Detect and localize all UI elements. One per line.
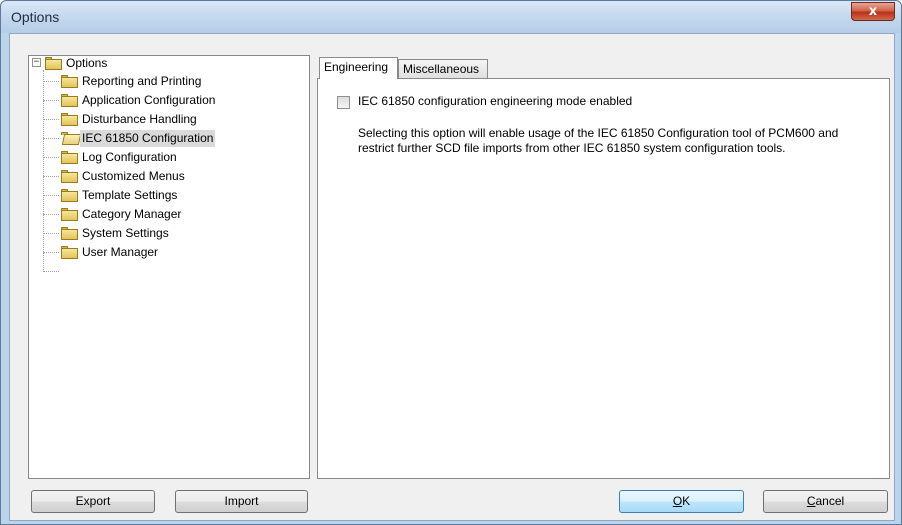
tab-engineering[interactable]: Engineering bbox=[319, 57, 398, 79]
engineering-mode-label[interactable]: IEC 61850 configuration engineering mode… bbox=[358, 94, 632, 108]
folder-icon bbox=[61, 151, 78, 164]
folder-icon bbox=[61, 246, 78, 259]
tree-item-options[interactable]: Options bbox=[64, 55, 109, 72]
options-tree[interactable]: − Options Reporting and Printing Applica… bbox=[28, 55, 310, 479]
tree-item-log-configuration[interactable]: Log Configuration bbox=[80, 149, 179, 166]
folder-icon bbox=[45, 57, 62, 70]
ok-label: K bbox=[682, 494, 691, 508]
description-line-1: Selecting this option will enable usage … bbox=[358, 126, 839, 140]
folder-icon bbox=[61, 113, 78, 126]
tree-connector bbox=[43, 214, 59, 215]
dialog-client-area: − Options Reporting and Printing Applica… bbox=[9, 33, 895, 521]
folder-open-icon bbox=[61, 132, 82, 145]
options-dialog: Options x − Options Reporting and Printi… bbox=[0, 0, 902, 525]
tree-connector bbox=[43, 119, 59, 120]
ok-button[interactable]: OK bbox=[619, 490, 744, 513]
tree-item-category-manager[interactable]: Category Manager bbox=[80, 206, 183, 223]
tree-item-customized-menus[interactable]: Customized Menus bbox=[80, 168, 187, 185]
tree-item-application-configuration[interactable]: Application Configuration bbox=[80, 92, 217, 109]
description-line-2: restrict further SCD file imports from o… bbox=[358, 141, 786, 155]
window-title: Options bbox=[11, 9, 60, 25]
tree-connector bbox=[43, 252, 59, 253]
tree-connector bbox=[43, 100, 59, 101]
engineering-mode-description: Selecting this option will enable usage … bbox=[358, 126, 838, 156]
import-button[interactable]: Import bbox=[175, 490, 308, 513]
engineering-tab-page: IEC 61850 configuration engineering mode… bbox=[317, 78, 890, 479]
cancel-label: ancel bbox=[815, 494, 845, 508]
title-bar[interactable]: Options x bbox=[1, 1, 901, 33]
tree-item-disturbance-handling[interactable]: Disturbance Handling bbox=[80, 111, 199, 128]
close-button[interactable]: x bbox=[851, 2, 895, 21]
folder-icon bbox=[61, 189, 78, 202]
engineering-mode-checkbox[interactable] bbox=[337, 96, 350, 109]
tree-expander-minus-icon[interactable]: − bbox=[32, 58, 41, 67]
folder-icon bbox=[61, 227, 78, 240]
folder-icon bbox=[61, 94, 78, 107]
tree-item-user-manager[interactable]: User Manager bbox=[80, 244, 160, 261]
folder-icon bbox=[61, 208, 78, 221]
tab-miscellaneous[interactable]: Miscellaneous bbox=[398, 59, 488, 79]
tree-item-system-settings[interactable]: System Settings bbox=[80, 225, 171, 242]
tree-connector bbox=[43, 157, 59, 158]
tree-item-reporting-and-printing[interactable]: Reporting and Printing bbox=[80, 73, 203, 90]
tree-connector bbox=[43, 81, 59, 82]
tree-connector bbox=[43, 233, 59, 234]
tree-connector bbox=[43, 271, 59, 272]
tree-item-template-settings[interactable]: Template Settings bbox=[80, 187, 179, 204]
tree-connector bbox=[43, 195, 59, 196]
folder-icon bbox=[61, 170, 78, 183]
export-button[interactable]: Export bbox=[31, 490, 155, 513]
tree-connector bbox=[43, 176, 59, 177]
tree-item-iec-61850-configuration[interactable]: IEC 61850 Configuration bbox=[80, 130, 216, 147]
folder-icon bbox=[61, 75, 78, 88]
tree-connector bbox=[43, 138, 59, 139]
cancel-button[interactable]: Cancel bbox=[763, 490, 888, 513]
close-icon: x bbox=[868, 4, 878, 19]
ok-accelerator: O bbox=[672, 494, 683, 508]
